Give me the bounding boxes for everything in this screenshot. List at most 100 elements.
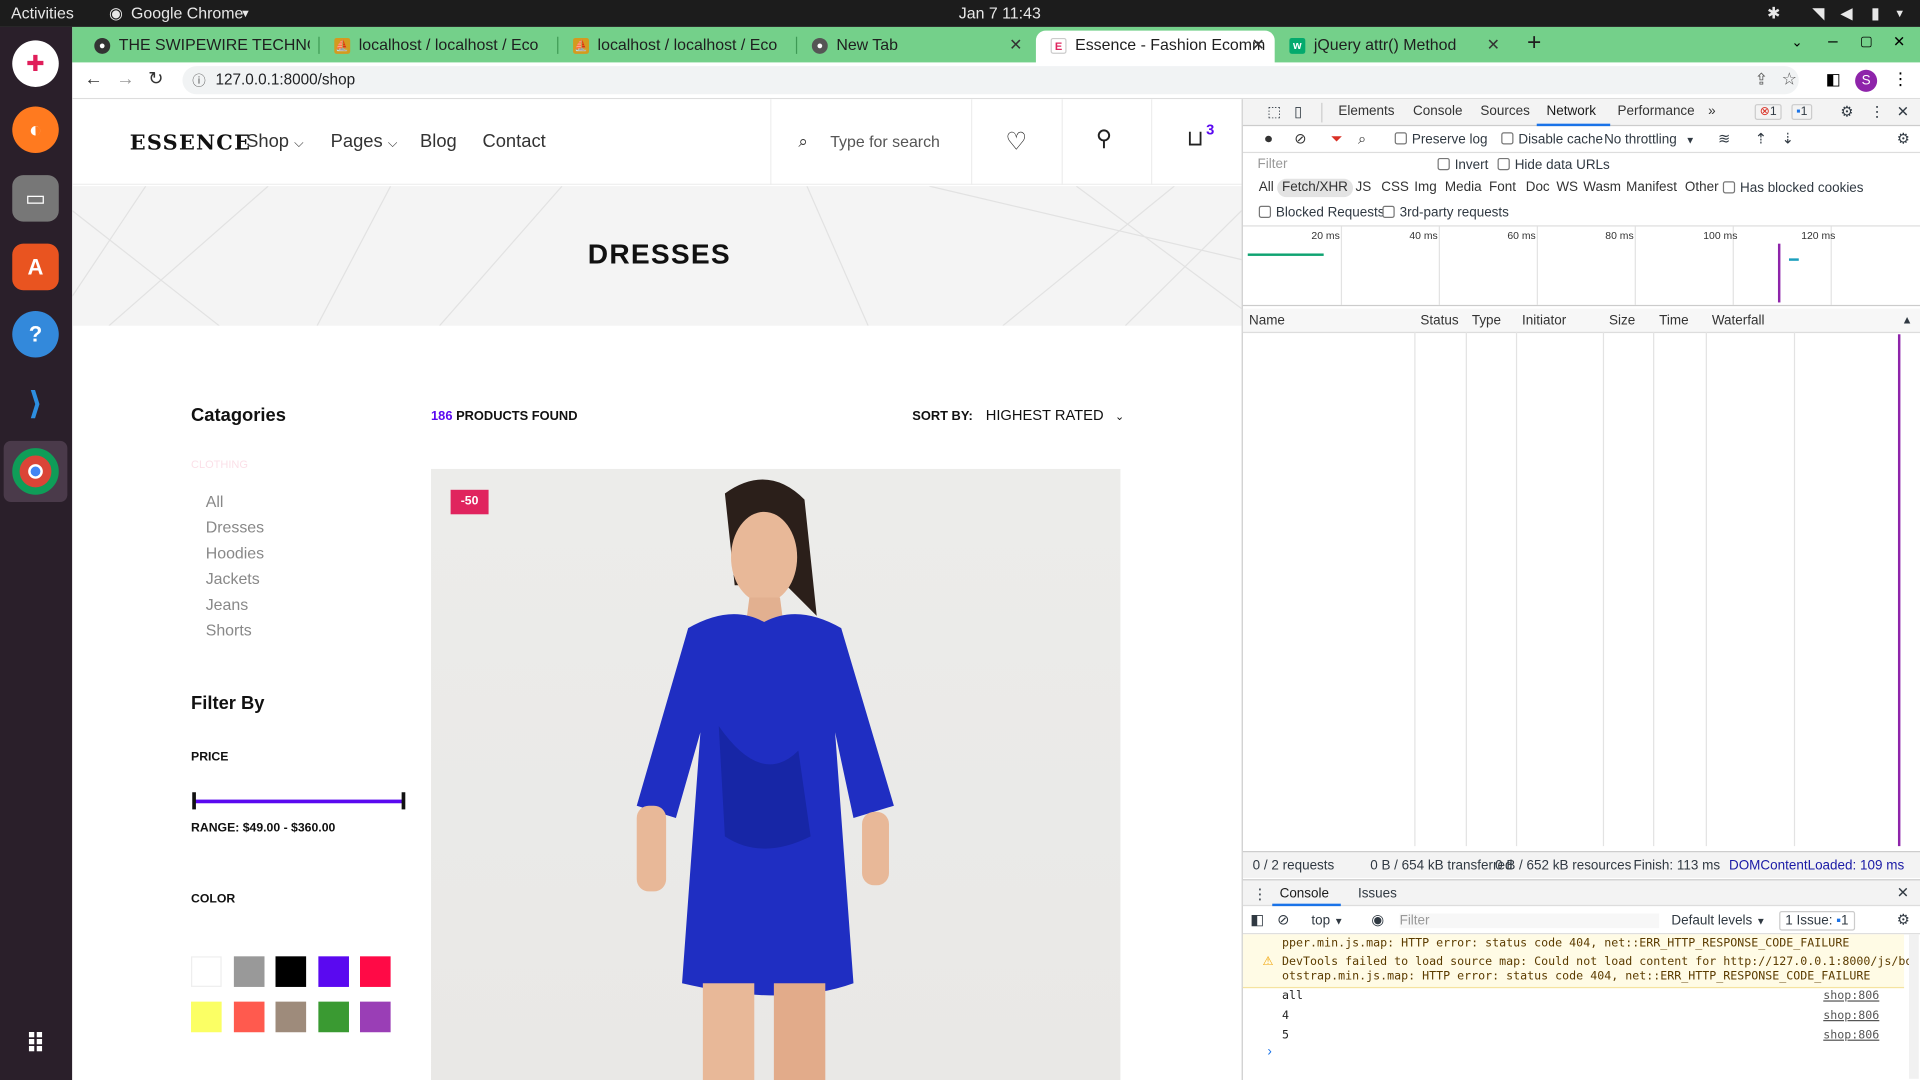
clear-console-icon[interactable]: ⊘ <box>1277 911 1289 928</box>
color-swatch[interactable] <box>191 956 222 987</box>
clock[interactable]: Jan 7 11:43 <box>959 4 1041 22</box>
search-input[interactable]: Type for search <box>830 132 940 150</box>
checkbox[interactable] <box>1722 181 1736 194</box>
errors-badge[interactable]: ⊗1 <box>1754 104 1782 121</box>
color-swatch[interactable] <box>233 1001 264 1033</box>
console-settings-icon[interactable]: ⚙ <box>1897 911 1910 928</box>
console-source-link[interactable]: shop:806 <box>1823 989 1879 1002</box>
column-type[interactable]: Type <box>1472 313 1501 328</box>
slack-icon[interactable]: ✚ <box>12 40 59 87</box>
color-swatch[interactable] <box>275 1001 307 1033</box>
checkbox[interactable] <box>1382 205 1395 218</box>
maximize-icon[interactable]: ▢ <box>1860 33 1873 49</box>
console-scrollbar[interactable] <box>1908 934 1919 1079</box>
sort-select[interactable]: HIGHEST RATED ⌄ <box>986 407 1125 424</box>
hide-data-urls-checkbox[interactable]: Hide data URLs <box>1497 157 1610 173</box>
record-icon[interactable]: ⏺ <box>1265 130 1272 148</box>
sidebar-toggle-icon[interactable]: ◧ <box>1250 911 1264 928</box>
settings-gear-icon[interactable]: ⚙ <box>1840 103 1853 120</box>
export-har-icon[interactable]: ⇣ <box>1782 130 1794 147</box>
color-swatch[interactable] <box>317 956 349 987</box>
column-name[interactable]: Name <box>1249 313 1285 328</box>
disable-cache-checkbox[interactable]: Disable cache <box>1501 132 1603 147</box>
checkbox[interactable] <box>1437 157 1450 171</box>
filter-other[interactable]: Other <box>1685 180 1719 195</box>
context-select[interactable]: top ▼ <box>1311 913 1343 928</box>
filter-fetch-xhr[interactable]: Fetch/XHR <box>1277 178 1353 198</box>
share-icon[interactable]: ⇪ <box>1755 70 1768 90</box>
url-text[interactable]: 127.0.0.1:8000/shop <box>216 71 356 88</box>
files-icon[interactable]: ▭ <box>12 175 59 222</box>
log-levels-select[interactable]: Default levels ▼ <box>1671 913 1765 928</box>
console-source-link[interactable]: shop:806 <box>1823 1029 1879 1042</box>
info-icon[interactable]: ⓘ <box>192 71 205 91</box>
console-filter-input[interactable]: Filter <box>1399 913 1660 929</box>
app-menu[interactable]: Google Chrome <box>131 4 243 22</box>
preserve-log-checkbox[interactable]: Preserve log <box>1394 132 1487 147</box>
reload-icon[interactable]: ↻ <box>148 67 163 90</box>
live-expression-eye-icon[interactable]: ◉ <box>1371 911 1384 928</box>
has-blocked-cookies-checkbox[interactable]: Has blocked cookies <box>1722 181 1864 196</box>
tab-new-tab[interactable]: ● New Tab ✕ <box>797 31 1032 63</box>
firefox-icon[interactable]: ◐ <box>12 106 59 154</box>
tab-phpmyadmin-2[interactable]: ⛵ localhost / localhost / Eco <box>558 31 793 63</box>
minimize-icon[interactable]: – <box>1828 31 1838 51</box>
color-swatch[interactable] <box>191 1001 222 1033</box>
forward-icon[interactable]: → <box>116 69 134 90</box>
category-jeans[interactable]: Jeans <box>206 595 248 613</box>
side-panel-icon[interactable]: ◧ <box>1826 70 1841 90</box>
filter-manifest[interactable]: Manifest <box>1626 180 1677 195</box>
close-window-icon[interactable]: ✕ <box>1893 33 1905 50</box>
filter-all[interactable]: All <box>1259 180 1274 195</box>
color-swatch[interactable] <box>317 1001 349 1033</box>
issues-badge[interactable]: 1 Issue: ▪1 <box>1779 911 1855 931</box>
import-har-icon[interactable]: ⇡ <box>1755 130 1767 147</box>
drawer-tab-issues[interactable]: Issues <box>1358 887 1397 902</box>
messages-badge[interactable]: ▪1 <box>1791 104 1813 121</box>
system-menu-icon[interactable]: ▼ <box>1894 7 1905 19</box>
app-grid-icon[interactable]: ⠿ <box>12 1021 59 1068</box>
devtools-tab-console[interactable]: Console <box>1413 104 1462 119</box>
category-dresses[interactable]: Dresses <box>206 518 264 536</box>
close-drawer-icon[interactable]: ✕ <box>1897 884 1909 901</box>
color-swatch[interactable] <box>233 956 264 987</box>
clear-icon[interactable]: ⊘ <box>1294 130 1306 147</box>
battery-icon[interactable]: ▮ <box>1871 4 1880 24</box>
devtools-tab-network[interactable]: Network <box>1547 104 1596 119</box>
nav-contact[interactable]: Contact <box>482 131 545 152</box>
nav-pages[interactable]: Pages ⌵ <box>331 131 398 152</box>
help-icon[interactable]: ? <box>12 311 59 358</box>
invert-checkbox[interactable]: Invert <box>1437 157 1488 173</box>
color-swatch[interactable] <box>275 956 307 987</box>
filter-funnel-icon[interactable]: ⏷ <box>1331 130 1343 148</box>
tab-swipewire[interactable]: ● THE SWIPEWIRE TECHNO <box>80 31 310 63</box>
close-devtools-icon[interactable]: ✕ <box>1897 103 1909 120</box>
close-tab-icon[interactable]: ✕ <box>1252 36 1265 56</box>
product-card-image[interactable]: -50 <box>431 468 1121 1080</box>
bookmark-star-icon[interactable]: ☆ <box>1782 69 1797 90</box>
tab-essence[interactable]: E Essence - Fashion Ecomm ✕ <box>1035 30 1275 63</box>
filter-ws[interactable]: WS <box>1556 180 1578 195</box>
category-hoodies[interactable]: Hoodies <box>206 544 264 562</box>
blocked-requests-checkbox[interactable]: Blocked Requests <box>1258 205 1384 220</box>
devtools-tab-sources[interactable]: Sources <box>1480 104 1529 119</box>
wishlist-heart-icon[interactable]: ♡ <box>1005 126 1027 157</box>
nav-blog[interactable]: Blog <box>420 131 457 152</box>
chrome-dock-icon[interactable] <box>12 448 59 495</box>
close-tab-icon[interactable]: ✕ <box>1009 36 1022 56</box>
column-status[interactable]: Status <box>1420 313 1458 328</box>
nav-shop[interactable]: Shop ⌵ <box>246 131 303 152</box>
search-icon[interactable]: ⌕ <box>1358 130 1366 148</box>
activities-button[interactable]: Activities <box>11 4 74 22</box>
user-account-icon[interactable]: ⚲ <box>1096 126 1112 152</box>
network-settings-icon[interactable]: ⚙ <box>1897 130 1910 147</box>
checkbox[interactable] <box>1394 132 1407 145</box>
devtools-tab-elements[interactable]: Elements <box>1338 104 1394 119</box>
filter-font[interactable]: Font <box>1489 180 1516 195</box>
cart-bag-icon[interactable]: ⊔ <box>1187 126 1204 152</box>
checkbox[interactable] <box>1501 132 1514 145</box>
category-all[interactable]: All <box>206 492 224 510</box>
more-menu-icon[interactable]: ⋮ <box>1892 69 1909 90</box>
filter-media[interactable]: Media <box>1445 180 1482 195</box>
tab-jquery[interactable]: w jQuery attr() Method ✕ <box>1275 31 1510 63</box>
